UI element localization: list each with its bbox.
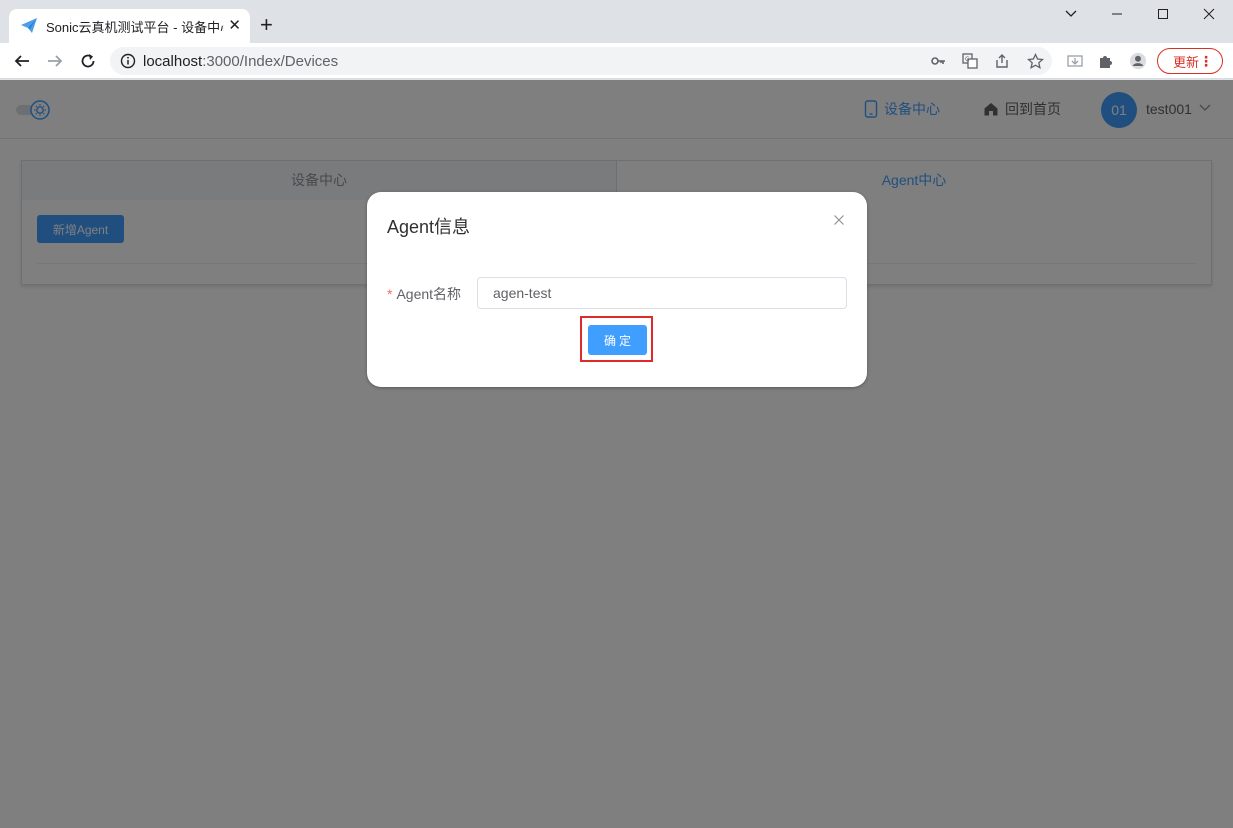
bookmark-star-icon[interactable] (1026, 52, 1044, 70)
browser-update-button[interactable]: 更新 ⋮ (1157, 48, 1223, 74)
highlight-box: 确定 (580, 316, 653, 362)
translate-icon[interactable]: G (961, 52, 979, 70)
forward-arrow-icon[interactable] (43, 49, 67, 73)
agent-name-label: * Agent名称 (387, 286, 462, 302)
browser-tab-active[interactable]: Sonic云真机测试平台 - 设备中心 ✕ (9, 9, 250, 43)
dialog-title: Agent信息 (387, 217, 471, 237)
browser-tabstrip: Sonic云真机测试平台 - 设备中心 ✕ + (0, 0, 1233, 43)
svg-text:G: G (965, 56, 970, 63)
reading-list-icon[interactable] (1066, 52, 1084, 70)
site-info-icon[interactable] (120, 53, 136, 69)
browser-toolbar: localhost:3000/Index/Devices G 更新 ⋮ (0, 43, 1233, 79)
address-bar[interactable]: localhost:3000/Index/Devices G (110, 47, 1052, 75)
reload-icon[interactable] (76, 49, 100, 73)
tab-search-icon[interactable] (1048, 4, 1094, 28)
key-icon[interactable] (929, 52, 947, 70)
profile-icon[interactable] (1129, 52, 1147, 70)
back-arrow-icon[interactable] (10, 49, 34, 73)
window-close-icon[interactable] (1186, 4, 1232, 28)
menu-dots-icon: ⋮ (1199, 53, 1213, 69)
minimize-icon[interactable] (1094, 4, 1140, 28)
tab-title: Sonic云真机测试平台 - 设备中心 (46, 19, 224, 35)
maximize-icon[interactable] (1140, 4, 1186, 28)
required-mark: * (387, 286, 393, 302)
update-label: 更新 (1173, 54, 1200, 70)
share-icon[interactable] (993, 52, 1011, 70)
tab-close-icon[interactable]: ✕ (228, 18, 241, 34)
new-tab-button[interactable]: + (260, 14, 273, 36)
agent-info-dialog: Agent信息 *Agent名称 确定 (367, 192, 867, 387)
url-text[interactable]: localhost:3000/Index/Devices (143, 53, 338, 70)
agent-name-input[interactable] (477, 277, 847, 309)
web-page: 设备中心 回到首页 01 test001 设备中心 Agent中心 新增Agen… (0, 80, 1233, 828)
extensions-puzzle-icon[interactable] (1097, 52, 1115, 70)
dialog-close-icon[interactable] (833, 213, 845, 225)
paper-plane-icon (20, 17, 38, 35)
confirm-button[interactable]: 确定 (588, 325, 647, 355)
